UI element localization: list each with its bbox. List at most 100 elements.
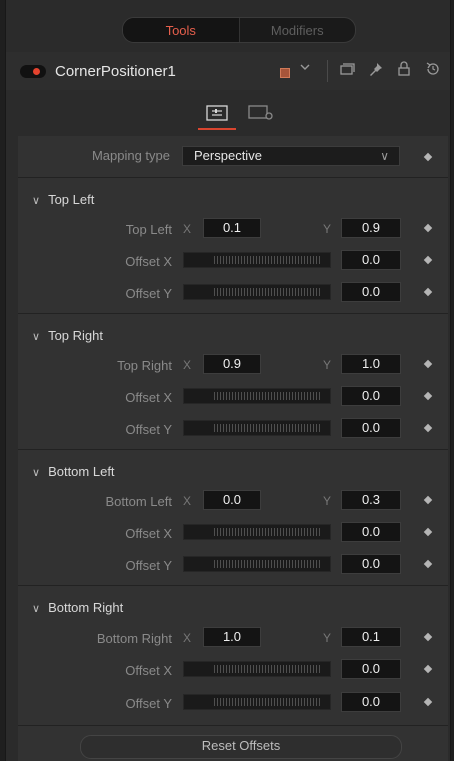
sub-tab-bar bbox=[18, 94, 448, 136]
keyframe-icon[interactable] bbox=[423, 423, 433, 433]
offset-y-input[interactable]: 0.0 bbox=[341, 282, 401, 302]
point-label: Bottom Left bbox=[105, 494, 172, 509]
tab-bar: Tools Modifiers bbox=[122, 17, 356, 43]
offset-y-slider[interactable] bbox=[183, 284, 331, 300]
x-label: X bbox=[183, 358, 192, 372]
keyframe-icon[interactable] bbox=[423, 391, 433, 401]
offset-y-input[interactable]: 0.0 bbox=[341, 554, 401, 574]
settings-icon bbox=[248, 105, 273, 120]
section-header-top-right[interactable]: ∨ Top Right bbox=[32, 328, 103, 343]
offset-y-slider[interactable] bbox=[183, 694, 331, 710]
keyframe-icon[interactable] bbox=[423, 223, 433, 233]
offset-y-input[interactable]: 0.0 bbox=[341, 418, 401, 438]
offset-y-label: Offset Y bbox=[125, 558, 173, 573]
offset-y-label: Offset Y bbox=[125, 696, 173, 711]
toggle-dot bbox=[33, 68, 40, 75]
offset-x-slider[interactable] bbox=[183, 524, 331, 540]
tab-modifiers[interactable]: Modifiers bbox=[238, 18, 356, 42]
offset-x-label: Offset X bbox=[125, 254, 172, 269]
offset-x-input[interactable]: 0.0 bbox=[341, 386, 401, 406]
controls-icon bbox=[206, 105, 228, 121]
offset-x-input[interactable]: 0.0 bbox=[341, 659, 401, 679]
pin-icon[interactable] bbox=[368, 61, 384, 80]
y-input[interactable]: 0.9 bbox=[341, 218, 401, 238]
divider bbox=[18, 177, 448, 178]
chevron-down-icon: ∨ bbox=[32, 195, 41, 207]
keyframe-icon[interactable] bbox=[423, 664, 433, 674]
tool-enable-toggle[interactable] bbox=[20, 65, 46, 78]
section-header-bottom-left[interactable]: ∨ Bottom Left bbox=[32, 464, 115, 479]
point-label: Top Right bbox=[117, 358, 172, 373]
offset-x-slider[interactable] bbox=[183, 661, 331, 677]
keyframe-icon[interactable] bbox=[423, 359, 433, 369]
section-title: Bottom Left bbox=[48, 464, 115, 479]
offset-y-label: Offset Y bbox=[125, 422, 173, 437]
offset-x-label: Offset X bbox=[125, 663, 172, 678]
controls-tab[interactable] bbox=[198, 94, 236, 132]
divider bbox=[18, 585, 448, 586]
divider bbox=[18, 449, 448, 450]
chevron-down-icon: ∨ bbox=[380, 149, 389, 163]
controls-content: Mapping type Perspective ∨ ∨ Top Left Top… bbox=[18, 136, 448, 761]
chevron-down-icon: ∨ bbox=[32, 467, 41, 479]
y-label: Y bbox=[323, 358, 332, 372]
offset-x-slider[interactable] bbox=[183, 388, 331, 404]
tab-tools[interactable]: Tools bbox=[123, 18, 239, 42]
keyframe-icon[interactable] bbox=[423, 527, 433, 537]
keyframe-icon[interactable] bbox=[423, 495, 433, 505]
y-label: Y bbox=[323, 631, 332, 645]
y-label: Y bbox=[323, 494, 332, 508]
keyframe-icon[interactable] bbox=[423, 287, 433, 297]
offset-x-input[interactable]: 0.0 bbox=[341, 522, 401, 542]
offset-y-slider[interactable] bbox=[183, 420, 331, 436]
inspector-panel: Tools Modifiers CornerPositioner1 Mappin… bbox=[5, 0, 451, 761]
keyframe-icon[interactable] bbox=[423, 697, 433, 707]
mapping-type-value: Perspective bbox=[194, 148, 262, 163]
section-header-bottom-right[interactable]: ∨ Bottom Right bbox=[32, 600, 123, 615]
mapping-type-label: Mapping type bbox=[91, 148, 170, 163]
header-separator bbox=[327, 60, 328, 82]
section-title: Top Left bbox=[48, 192, 95, 207]
section-title: Bottom Right bbox=[48, 600, 124, 615]
x-input[interactable]: 0.9 bbox=[203, 354, 261, 374]
version-icon[interactable] bbox=[339, 61, 355, 80]
keyframe-icon[interactable] bbox=[423, 559, 433, 569]
tool-header: CornerPositioner1 bbox=[6, 52, 450, 90]
color-swatch[interactable] bbox=[280, 68, 290, 78]
keyframe-icon[interactable] bbox=[423, 255, 433, 265]
x-input[interactable]: 0.1 bbox=[203, 218, 261, 238]
x-label: X bbox=[183, 494, 192, 508]
offset-x-slider[interactable] bbox=[183, 252, 331, 268]
chevron-down-icon: ∨ bbox=[32, 603, 41, 615]
offset-x-label: Offset X bbox=[125, 390, 172, 405]
y-input[interactable]: 0.1 bbox=[341, 627, 401, 647]
y-input[interactable]: 1.0 bbox=[341, 354, 401, 374]
reset-icon[interactable] bbox=[425, 61, 441, 80]
offset-x-label: Offset X bbox=[125, 526, 172, 541]
offset-y-label: Offset Y bbox=[125, 286, 173, 301]
point-label: Bottom Right bbox=[96, 631, 172, 646]
x-label: X bbox=[183, 222, 192, 236]
chevron-down-icon[interactable] bbox=[300, 63, 310, 74]
y-label: Y bbox=[323, 222, 332, 236]
x-input[interactable]: 1.0 bbox=[203, 627, 261, 647]
point-label: Top Left bbox=[125, 222, 172, 237]
keyframe-icon[interactable] bbox=[423, 152, 433, 162]
settings-tab[interactable] bbox=[246, 94, 276, 132]
keyframe-icon[interactable] bbox=[423, 632, 433, 642]
divider bbox=[18, 313, 448, 314]
divider bbox=[18, 725, 448, 726]
section-header-top-left[interactable]: ∨ Top Left bbox=[32, 192, 94, 207]
x-label: X bbox=[183, 631, 192, 645]
y-input[interactable]: 0.3 bbox=[341, 490, 401, 510]
chevron-down-icon: ∨ bbox=[32, 331, 41, 343]
lock-icon[interactable] bbox=[397, 61, 411, 80]
offset-x-input[interactable]: 0.0 bbox=[341, 250, 401, 270]
section-title: Top Right bbox=[48, 328, 103, 343]
offset-y-slider[interactable] bbox=[183, 556, 331, 572]
reset-offsets-button[interactable]: Reset Offsets bbox=[80, 735, 402, 759]
x-input[interactable]: 0.0 bbox=[203, 490, 261, 510]
mapping-type-dropdown[interactable]: Perspective ∨ bbox=[182, 146, 400, 166]
offset-y-input[interactable]: 0.0 bbox=[341, 692, 401, 712]
tool-name: CornerPositioner1 bbox=[55, 63, 176, 80]
